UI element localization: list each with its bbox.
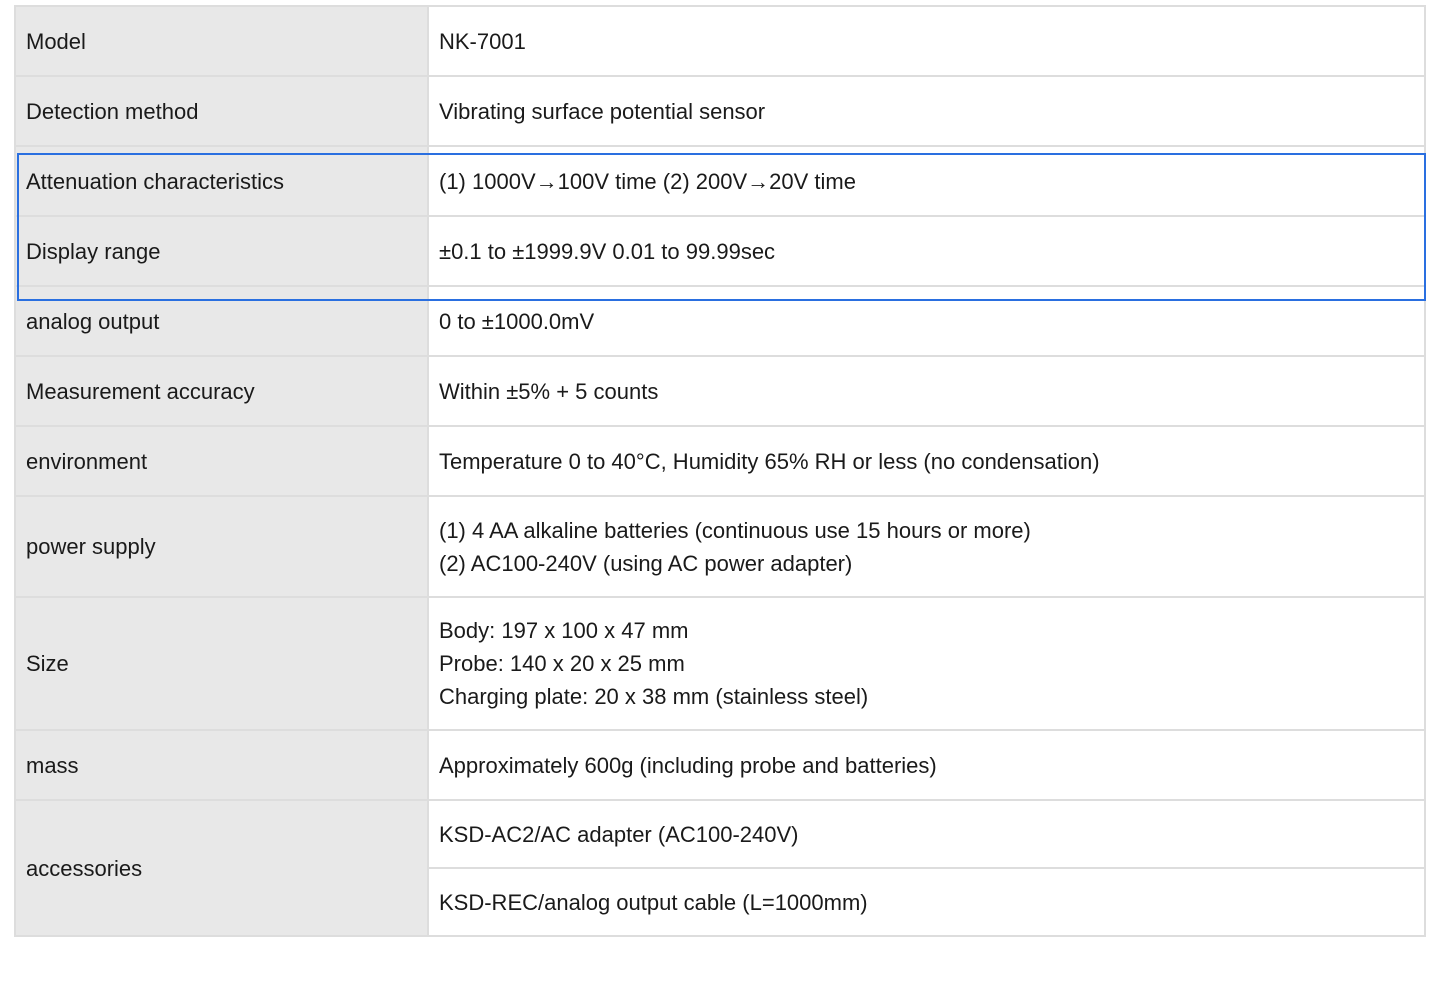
spec-row-detection-method: Detection method Vibrating surface poten…	[14, 75, 1426, 147]
value-line: (2) AC100-240V (using AC power adapter)	[439, 550, 853, 576]
row-label: Size	[14, 596, 429, 731]
row-label: Attenuation characteristics	[14, 145, 429, 217]
row-label: accessories	[14, 799, 429, 937]
spec-row-accessories: accessories KSD-AC2/AC adapter (AC100-24…	[14, 799, 1426, 937]
row-value: KSD-REC/analog output cable (L=1000mm)	[427, 867, 1426, 937]
spec-row-display-range: Display range ±0.1 to ±1999.9V 0.01 to 9…	[14, 215, 1426, 287]
spec-row-environment: environment Temperature 0 to 40°C, Humid…	[14, 425, 1426, 497]
value-line: Body: 197 x 100 x 47 mm	[439, 618, 689, 643]
row-value: Within ±5% + 5 counts	[427, 355, 1426, 427]
spec-row-mass: mass Approximately 600g (including probe…	[14, 729, 1426, 801]
row-value: 0 to ±1000.0mV	[427, 285, 1426, 357]
row-label: mass	[14, 729, 429, 801]
row-label: environment	[14, 425, 429, 497]
row-label: Display range	[14, 215, 429, 287]
row-value: NK-7001	[427, 5, 1426, 77]
row-label: Detection method	[14, 75, 429, 147]
spec-row-size: Size Body: 197 x 100 x 47 mm Probe: 140 …	[14, 596, 1426, 731]
row-value: Temperature 0 to 40°C, Humidity 65% RH o…	[427, 425, 1426, 497]
value-line: (1) 4 AA alkaline batteries (continuous …	[439, 517, 1031, 543]
row-value: Body: 197 x 100 x 47 mm Probe: 140 x 20 …	[427, 596, 1426, 731]
row-value: Approximately 600g (including probe and …	[427, 729, 1426, 801]
value-line: Charging plate: 20 x 38 mm (stainless st…	[439, 684, 869, 709]
row-value: (1) 1000V→100V time (2) 200V→20V time	[427, 145, 1426, 217]
row-label: Model	[14, 5, 429, 77]
spec-row-analog-output: analog output 0 to ±1000.0mV	[14, 285, 1426, 357]
row-value: KSD-AC2/AC adapter (AC100-240V)	[427, 799, 1426, 869]
row-label: power supply	[14, 495, 429, 598]
spec-row-model: Model NK-7001	[14, 5, 1426, 77]
row-label: analog output	[14, 285, 429, 357]
spec-row-accuracy: Measurement accuracy Within ±5% + 5 coun…	[14, 355, 1426, 427]
row-value: (1) 4 AA alkaline batteries (continuous …	[427, 495, 1426, 598]
spec-table: Model NK-7001 Detection method Vibrating…	[14, 5, 1426, 937]
spec-row-attenuation: Attenuation characteristics (1) 1000V→10…	[14, 145, 1426, 217]
row-label: Measurement accuracy	[14, 355, 429, 427]
row-value: ±0.1 to ±1999.9V 0.01 to 99.99sec	[427, 215, 1426, 287]
row-value: Vibrating surface potential sensor	[427, 75, 1426, 147]
spec-row-power-supply: power supply (1) 4 AA alkaline batteries…	[14, 495, 1426, 598]
value-line: Probe: 140 x 20 x 25 mm	[439, 651, 685, 676]
